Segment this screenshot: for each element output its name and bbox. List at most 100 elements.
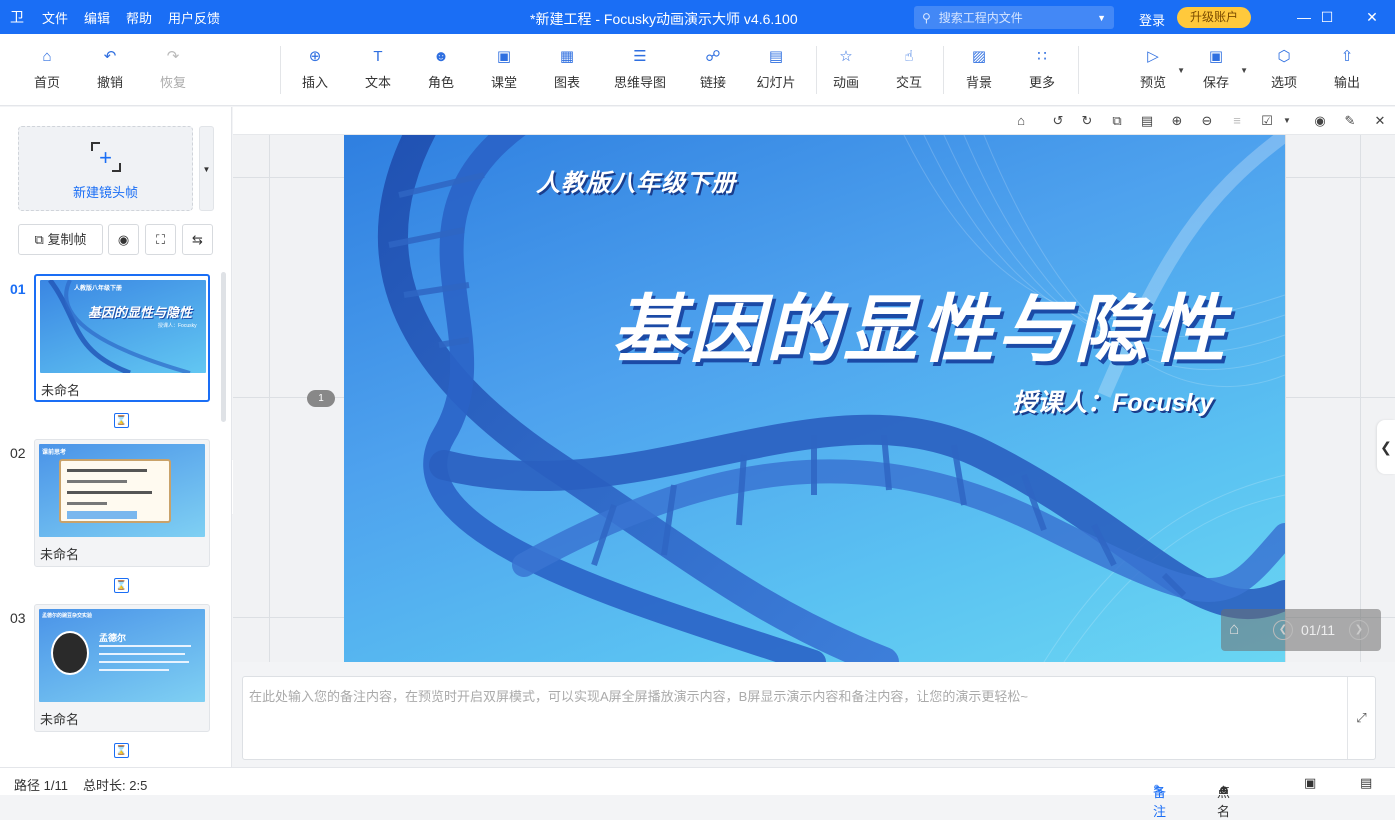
frames-scrollbar[interactable] bbox=[221, 272, 226, 422]
more-button[interactable]: ∷ 更多 bbox=[1014, 48, 1070, 91]
slide-canvas[interactable]: 人教版八年级下册 基因的显性与隐性 授课人：Focusky bbox=[344, 135, 1285, 662]
slides-button[interactable]: ▤ 幻灯片 bbox=[748, 48, 804, 91]
portrait-image bbox=[51, 631, 89, 675]
save-button[interactable]: ▣ 保存 ▼ bbox=[1188, 48, 1248, 91]
transition-icon[interactable]: ⌛ bbox=[114, 413, 129, 428]
edit-frame-icon[interactable]: ✎ bbox=[1341, 112, 1359, 130]
slide-author[interactable]: 授课人：Focusky bbox=[1012, 383, 1213, 419]
chevron-down-icon[interactable]: ▼ bbox=[1097, 13, 1106, 23]
copy-frame-button[interactable]: ⧉ 复制帧 bbox=[18, 224, 103, 255]
close-icon[interactable]: ✕ bbox=[1349, 0, 1395, 34]
new-frame-label: 新建镜头帧 bbox=[72, 185, 138, 200]
classroom-button[interactable]: ▣ 课堂 bbox=[476, 48, 532, 91]
search-input[interactable]: ⚲ 搜索工程内文件 ▼ bbox=[914, 6, 1114, 29]
prev-frame-icon[interactable]: ❮ bbox=[1273, 620, 1293, 640]
export-button[interactable]: ⇧ 输出 bbox=[1319, 48, 1375, 91]
animation-button[interactable]: ☆ 动画 bbox=[818, 48, 874, 91]
transition-icon[interactable]: ⌛ bbox=[114, 578, 129, 593]
slide-title[interactable]: 基因的显性与隐性 bbox=[612, 270, 1228, 377]
plus-circle-icon: ⊕ bbox=[308, 48, 322, 65]
align-icon[interactable]: ≡ bbox=[1228, 112, 1246, 130]
page-indicator: 01/11 bbox=[1301, 622, 1335, 638]
star-icon: ☆ bbox=[839, 48, 853, 65]
maximize-icon[interactable]: ☐ bbox=[1304, 0, 1350, 34]
copy-icon: ⧉ bbox=[34, 232, 44, 247]
rotate-right-icon[interactable]: ↻ bbox=[1078, 112, 1096, 130]
frame-name: 未命名 bbox=[41, 383, 81, 398]
playback-controls: ⌂ ❮ 01/11 ❯ bbox=[1221, 609, 1381, 651]
chevron-down-icon[interactable]: ▼ bbox=[1278, 112, 1296, 130]
new-frame-dropdown[interactable]: ▼ bbox=[199, 126, 214, 211]
canvas-area[interactable]: ⌂ ↺ ↻ ⧉ ▤ ⊕ ⊖ ≡ ☑ ▼ ◉ ✎ ✕ 1 人教版八年级下册 基因的… bbox=[233, 107, 1395, 662]
fit-frame-icon: ⛶ bbox=[155, 232, 166, 247]
frame-fit-button[interactable]: ⛶ bbox=[145, 224, 176, 255]
menu-edit[interactable]: 编辑 bbox=[76, 8, 118, 27]
text-button[interactable]: T 文本 bbox=[350, 48, 406, 91]
menu-file[interactable]: 文件 bbox=[34, 8, 76, 27]
menu-help[interactable]: 帮助 bbox=[118, 8, 160, 27]
zoom-out-icon[interactable]: ⊖ bbox=[1198, 112, 1216, 130]
notes-field[interactable]: 在此处输入您的备注内容，在预览时开启双屏模式，可以实现A屏全屏播放演示内容，B屏… bbox=[242, 676, 1376, 760]
slide-subtitle[interactable]: 人教版八年级下册 bbox=[536, 163, 736, 198]
person-icon: ☻ bbox=[433, 48, 449, 65]
close-icon[interactable]: ✕ bbox=[1371, 112, 1389, 130]
home-button[interactable]: ⌂ 首页 bbox=[19, 48, 75, 91]
chevron-down-icon[interactable]: ▼ bbox=[1240, 66, 1248, 75]
home-view-icon[interactable]: ⌂ bbox=[1012, 112, 1030, 130]
link-button[interactable]: ☍ 链接 bbox=[685, 48, 741, 91]
window-mode-icon[interactable]: ▤ bbox=[1360, 775, 1372, 791]
home-icon: ⌂ bbox=[42, 48, 52, 65]
transition-icon[interactable]: ⌛ bbox=[114, 743, 129, 758]
chart-button[interactable]: ▦ 图表 bbox=[539, 48, 595, 91]
frame-order-button[interactable]: ⇆ bbox=[182, 224, 213, 255]
collapse-right-panel-button[interactable]: ❮ bbox=[1377, 420, 1395, 474]
preview-button[interactable]: ▷ 预览 ▼ bbox=[1125, 48, 1185, 91]
menu-feedback[interactable]: 用户反馈 bbox=[160, 8, 228, 27]
rotate-left-icon[interactable]: ↺ bbox=[1049, 112, 1067, 130]
login-button[interactable]: 登录 bbox=[1139, 10, 1165, 29]
frames-panel: + 新建镜头帧 ▼ ⧉ 复制帧 ◉ ⛶ ⇆ 01 人教版八年级下册 基因的显性与… bbox=[0, 107, 232, 767]
camera-icon[interactable]: ◉ bbox=[1311, 112, 1329, 130]
role-button[interactable]: ☻ 角色 bbox=[413, 48, 469, 91]
screen-icon[interactable]: ▣ bbox=[1304, 775, 1316, 791]
menu-bar: 文件 编辑 帮助 用户反馈 bbox=[34, 8, 228, 27]
thumb-tag: 孟德尔的豌豆杂交实验 bbox=[42, 613, 93, 619]
snapshot-button[interactable]: ◉ bbox=[108, 224, 139, 255]
save-icon: ▣ bbox=[1208, 48, 1224, 65]
mindmap-button[interactable]: ☰ 思维导图 bbox=[612, 48, 668, 91]
upgrade-button[interactable]: 升级账户 bbox=[1177, 7, 1251, 28]
canvas-toolbar: ⌂ ↺ ↻ ⧉ ▤ ⊕ ⊖ ≡ ☑ ▼ ◉ ✎ ✕ bbox=[233, 107, 1395, 135]
thumb-person: 孟德尔 bbox=[99, 633, 127, 643]
frame-marker[interactable]: 1 bbox=[307, 390, 335, 407]
zoom-in-icon[interactable]: ⊕ bbox=[1168, 112, 1186, 130]
insert-button[interactable]: ⊕ 插入 bbox=[287, 48, 343, 91]
path-count: 路径 1/11 bbox=[14, 778, 68, 793]
paste-icon[interactable]: ▤ bbox=[1138, 112, 1156, 130]
frame-card-02[interactable]: 课前思考 未命名 bbox=[34, 439, 210, 567]
expand-icon[interactable]: ⤢ bbox=[1347, 677, 1375, 759]
frame-name: 未命名 bbox=[40, 712, 80, 727]
thumb-tag: 课前思考 bbox=[42, 450, 67, 456]
title-bar: 卫 文件 编辑 帮助 用户反馈 *新建工程 - Focusky动画演示大师 v4… bbox=[0, 0, 1395, 34]
lock-icon[interactable]: ☑ bbox=[1258, 112, 1276, 130]
next-frame-icon[interactable]: ❯ bbox=[1349, 620, 1369, 640]
frame-card-03[interactable]: 孟德尔的豌豆杂交实验 孟德尔 未命名 bbox=[34, 604, 210, 732]
frame-number: 01 bbox=[10, 281, 26, 297]
background-button[interactable]: ▨ 背景 bbox=[951, 48, 1007, 91]
text-icon: T bbox=[373, 48, 383, 65]
toolbar-divider bbox=[816, 46, 817, 94]
interact-button[interactable]: ☝ 交互 bbox=[881, 48, 937, 91]
add-frame-icon: + bbox=[90, 142, 121, 172]
home-icon[interactable]: ⌂ bbox=[1229, 619, 1239, 639]
redo-button[interactable]: ↷ 恢复 bbox=[145, 48, 201, 91]
new-frame-button[interactable]: + 新建镜头帧 bbox=[18, 126, 193, 211]
frame-card-01[interactable]: 人教版八年级下册 基因的显性与隐性 授课人：Focusky 未命名 bbox=[34, 274, 210, 402]
copy-icon[interactable]: ⧉ bbox=[1108, 112, 1126, 130]
undo-button[interactable]: ↶ 撤销 bbox=[82, 48, 138, 91]
chevron-down-icon[interactable]: ▼ bbox=[1177, 66, 1185, 75]
app-logo-icon: 卫 bbox=[10, 9, 24, 25]
export-icon: ⇧ bbox=[1340, 48, 1354, 65]
frame-number: 03 bbox=[10, 610, 26, 626]
undo-icon: ↶ bbox=[103, 48, 117, 65]
options-button[interactable]: ⬡ 选项 bbox=[1256, 48, 1312, 91]
